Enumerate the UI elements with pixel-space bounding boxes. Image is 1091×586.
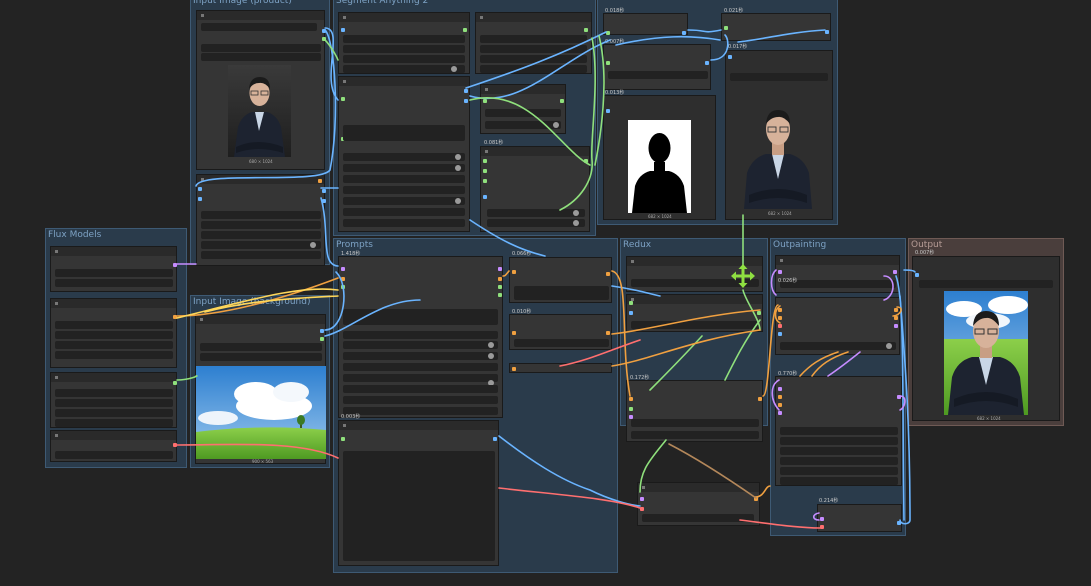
invert-mask-node[interactable] [603, 44, 711, 90]
person-preview-image [228, 65, 291, 157]
timing-out-c: 0.214秒 [819, 498, 839, 504]
move-cursor-icon [731, 264, 755, 288]
group-title-prompts: Prompts [336, 240, 373, 250]
conditioning-zero-node[interactable] [509, 314, 612, 350]
vae-decode-node[interactable] [637, 482, 760, 526]
ksampler-node[interactable] [775, 376, 902, 486]
dual-clip-loader-node[interactable] [50, 298, 177, 368]
cutout-preview-image [741, 97, 815, 209]
timing-output: 0.007秒 [915, 250, 935, 256]
vae-decode-out-node[interactable] [817, 504, 902, 532]
mask-preview-node[interactable]: 682 × 1024 [603, 95, 716, 220]
timing-seg-f: 0.081秒 [484, 140, 504, 146]
pad-image-node[interactable] [775, 255, 900, 293]
sam-loader-node[interactable] [338, 12, 470, 74]
timing-out-a: 0.026秒 [778, 278, 798, 284]
timing-prompt-b: 0.066秒 [512, 251, 532, 257]
mask-tools-node[interactable] [480, 84, 566, 134]
notes-node[interactable] [338, 420, 499, 566]
group-title-flux-models: Flux Models [48, 230, 102, 240]
load-image-node[interactable]: 680 × 1024 [196, 10, 326, 170]
cutout-image-size: 682 × 1024 [768, 211, 792, 216]
unet-loader-node[interactable] [50, 246, 177, 292]
reroute-node[interactable] [509, 363, 612, 373]
result-image-size: 682 × 1024 [977, 416, 1001, 421]
segment-node[interactable] [338, 76, 470, 232]
clip-vision-encode-node[interactable] [626, 294, 763, 332]
grounding-dino-node[interactable] [475, 12, 592, 74]
load-background-node[interactable]: 900 × 563 [195, 314, 326, 464]
group-title-outpainting: Outpainting [773, 240, 827, 250]
background-preview-image [196, 366, 326, 459]
cutout-preview-node[interactable]: 682 × 1024 [725, 50, 833, 220]
image-composite-node[interactable] [721, 13, 831, 41]
group-title-input-background: Input Image (background) [193, 297, 311, 307]
image-resize-node[interactable] [196, 174, 326, 266]
group-title-input-person: Input Image (product) [193, 0, 292, 6]
clip-text-encode-node[interactable] [338, 256, 503, 418]
workflow-canvas[interactable]: Input Image (product) 680 × 1024 Segment… [0, 0, 1091, 586]
timing-prompt-d: 0.003秒 [341, 414, 361, 420]
person-image-size: 680 × 1024 [249, 159, 273, 164]
background-image-size: 900 × 563 [252, 459, 274, 464]
clip-vision-node[interactable] [50, 372, 177, 428]
vae-loader-node[interactable] [50, 430, 177, 462]
group-title-segment-anything: Segment Anything 2 [336, 0, 429, 6]
mask-image-size: 682 × 1024 [648, 214, 672, 219]
mask-preview-image [628, 120, 691, 213]
flux-guidance-node[interactable] [509, 257, 612, 303]
apply-style-model-node[interactable] [626, 380, 763, 442]
mask-grow-node[interactable] [480, 146, 590, 232]
inpaint-conditioning-node[interactable] [775, 297, 900, 355]
timing-seg-e: 0.017秒 [728, 44, 748, 50]
mask-to-image-node[interactable] [603, 13, 688, 35]
result-preview-image [944, 291, 1028, 415]
save-image-node[interactable]: 682 × 1024 [912, 256, 1060, 421]
group-title-redux: Redux [623, 240, 652, 250]
